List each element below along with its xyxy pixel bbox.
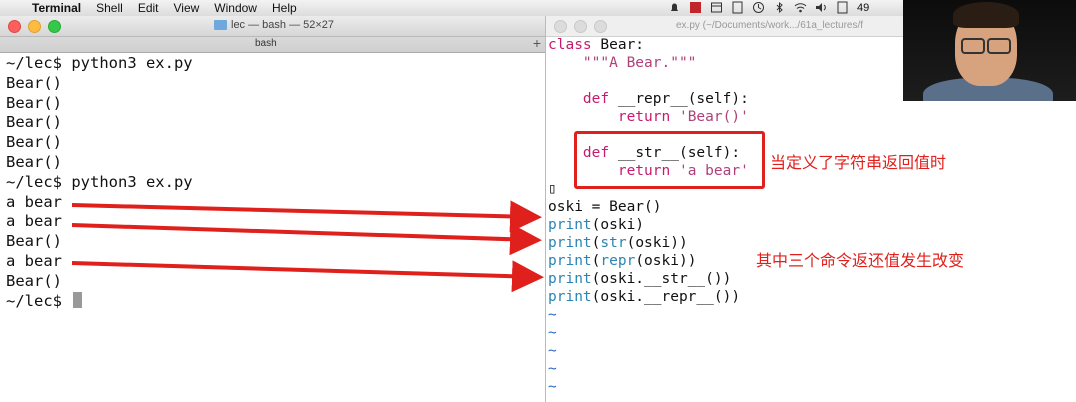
battery-percent: 49 (857, 1, 870, 14)
terminal-line: ~/lec$ python3 ex.py (6, 172, 193, 191)
terminal-line: Bear() (6, 73, 62, 92)
text-icon[interactable] (731, 1, 744, 14)
menu-view[interactable]: View (174, 0, 200, 16)
presenter-hair (953, 2, 1019, 28)
editor-zoom-button[interactable] (594, 20, 607, 33)
zoom-button[interactable] (48, 20, 61, 33)
menu-edit[interactable]: Edit (138, 0, 159, 16)
glasses-left (961, 38, 985, 54)
code-line: return 'Bear()' (617, 109, 749, 125)
vim-empty-line: ~ (548, 307, 557, 323)
terminal-prompt: ~/lec$ (6, 291, 72, 310)
terminal-cursor (73, 291, 83, 308)
calendar-icon[interactable] (710, 1, 723, 14)
vim-empty-line: ~ (548, 379, 557, 395)
menu-items: Terminal Shell Edit View Window Help (32, 0, 297, 16)
terminal-line: a bear (6, 212, 62, 231)
vim-empty-line: ~ (548, 361, 557, 377)
terminal-titlebar[interactable]: lec — bash — 52×27 (0, 16, 545, 37)
editor-close-button[interactable] (554, 20, 567, 33)
tab-bash[interactable]: bash (255, 38, 277, 49)
terminal-line: Bear() (6, 232, 62, 251)
editor-title-text: ex.py (~/Documents/work.../61a_lectures/… (676, 20, 864, 31)
terminal-line: Bear() (6, 152, 62, 171)
terminal-line: ~/lec$ python3 ex.py (6, 54, 193, 72)
code-line: print(oski.__str__()) (548, 271, 732, 287)
menu-app-name[interactable]: Terminal (32, 0, 81, 16)
status-icons: 49 (668, 1, 869, 14)
terminal-line: a bear (6, 192, 62, 211)
code-area[interactable]: class Bear: """A Bear.""" def __repr__(s… (548, 36, 749, 396)
window-controls (8, 20, 61, 33)
highlight-box (574, 131, 765, 189)
menu-help[interactable]: Help (272, 0, 297, 16)
code-line: """A Bear.""" (582, 55, 697, 71)
terminal-tab-bar: bash + (0, 35, 545, 53)
terminal-output[interactable]: ~/lec$ python3 ex.py Bear() Bear() Bear() Be… (6, 54, 193, 311)
terminal-prompt-line: ~/lec$ (6, 291, 193, 312)
folder-icon (214, 20, 227, 30)
annotation-note-1: 当定义了字符串返回值时 (770, 153, 947, 172)
bell-icon[interactable] (668, 1, 681, 14)
annotation-note-2: 其中三个命令返还值发生改变 (756, 251, 965, 270)
terminal-line: Bear() (6, 133, 62, 152)
minimize-button[interactable] (28, 20, 41, 33)
code-line: oski = Bear() (548, 199, 662, 215)
code-line: class Bear: (548, 37, 645, 53)
bluetooth-icon[interactable] (773, 1, 786, 14)
glasses-right (987, 38, 1011, 54)
volume-icon[interactable] (815, 1, 828, 14)
vim-empty-line: ~ (548, 343, 557, 359)
record-icon[interactable] (689, 1, 702, 14)
vim-empty-line: ~ (548, 325, 557, 341)
wifi-icon[interactable] (794, 1, 807, 14)
webcam-video (903, 0, 1076, 101)
menu-shell[interactable]: Shell (96, 0, 123, 16)
code-line: print(oski) (548, 217, 645, 233)
terminal-line: Bear() (6, 271, 62, 290)
new-tab-icon[interactable]: + (533, 35, 541, 51)
terminal-window-title: lec — bash — 52×27 (214, 19, 334, 31)
terminal-window: lec — bash — 52×27 bash + ~/lec$ python3… (0, 16, 546, 402)
editor-minimize-button[interactable] (574, 20, 587, 33)
code-line: print(repr(oski)) (548, 253, 697, 269)
time-machine-icon[interactable] (752, 1, 765, 14)
code-line: print(str(oski)) (548, 235, 688, 251)
battery-icon[interactable] (836, 1, 849, 14)
terminal-title-text: lec — bash — 52×27 (231, 19, 335, 31)
menu-window[interactable]: Window (214, 0, 257, 16)
editor-window-controls (554, 20, 607, 33)
terminal-line: a bear (6, 251, 62, 270)
terminal-line: Bear() (6, 93, 62, 112)
code-line: def __repr__(self): (582, 91, 749, 107)
close-button[interactable] (8, 20, 21, 33)
terminal-line: Bear() (6, 113, 62, 132)
code-line: print(oski.__repr__()) (548, 289, 741, 305)
